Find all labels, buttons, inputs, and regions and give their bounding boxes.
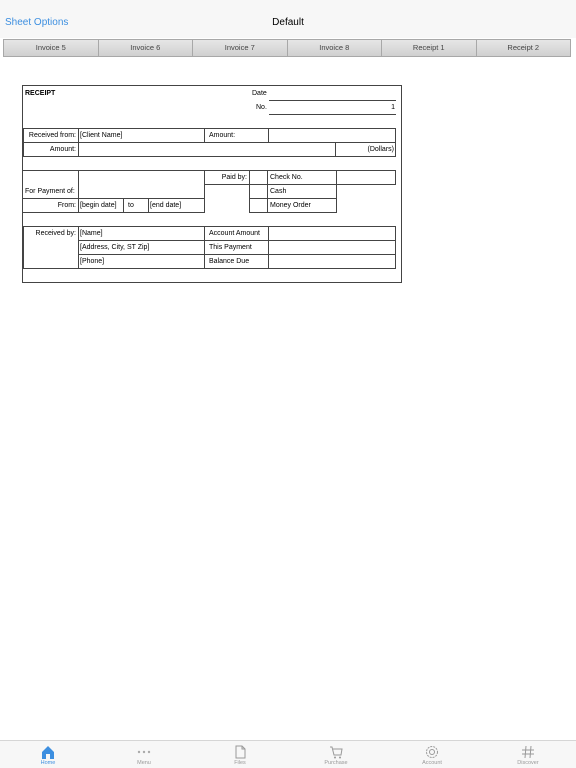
amount-label-right: Amount: — [209, 132, 236, 139]
tab-invoice-8[interactable]: Invoice 8 — [287, 40, 382, 56]
bottom-tab-bar: Home Menu Files Purchase Account Discove… — [0, 740, 576, 768]
row-divider — [249, 198, 336, 199]
col-divider — [78, 128, 79, 157]
row-divider — [23, 212, 204, 213]
col-divider — [336, 170, 337, 213]
client-name-field[interactable]: [Client Name] — [80, 131, 122, 141]
more-icon — [96, 744, 192, 760]
col-divider — [204, 226, 205, 269]
col-divider — [204, 128, 205, 142]
col-divider — [78, 226, 79, 269]
col-divider — [335, 142, 336, 156]
col-divider — [249, 170, 250, 213]
file-icon — [192, 744, 288, 760]
receipt-number[interactable]: 1 — [269, 103, 395, 113]
nav-home-label: Home — [40, 760, 56, 766]
phone-field[interactable]: [Phone] — [80, 257, 104, 267]
nav-discover[interactable]: Discover — [480, 741, 576, 768]
nav-files[interactable]: Files — [192, 741, 288, 768]
nav-menu[interactable]: Menu — [96, 741, 192, 768]
receipt-heading: RECEIPT — [25, 90, 56, 97]
received-from-label: Received from: — [28, 132, 76, 139]
col-divider — [395, 170, 396, 185]
hash-icon — [480, 744, 576, 760]
check-no-option[interactable]: Check No. — [270, 173, 303, 183]
tab-receipt-1[interactable]: Receipt 1 — [382, 40, 477, 56]
received-by-label: Received by: — [35, 230, 76, 237]
nav-home[interactable]: Home — [0, 741, 96, 768]
from-label: From: — [57, 202, 76, 209]
tab-receipt-2[interactable]: Receipt 2 — [476, 40, 570, 56]
nav-purchase-label: Purchase — [324, 760, 348, 766]
nav-menu-label: Menu — [137, 760, 151, 766]
nav-discover-label: Discover — [517, 760, 539, 766]
number-label: No. — [256, 104, 267, 111]
money-order-option[interactable]: Money Order — [270, 201, 311, 211]
nav-files-label: Files — [234, 760, 246, 766]
tab-invoice-5[interactable]: Invoice 5 — [4, 40, 99, 56]
sheet-tabs: Invoice 5 Invoice 6 Invoice 7 Invoice 8 … — [3, 39, 571, 57]
top-navigation-bar: Sheet Options Default — [0, 0, 576, 38]
address-field[interactable]: [Address, City, ST Zip] — [80, 243, 149, 253]
row-divider — [204, 184, 336, 185]
this-payment-label: This Payment — [209, 244, 252, 251]
row-divider — [23, 198, 204, 199]
col-divider — [268, 226, 269, 269]
tab-invoice-6[interactable]: Invoice 6 — [98, 40, 193, 56]
home-icon — [0, 744, 96, 760]
dollars-label: (Dollars) — [367, 146, 394, 153]
row-divider — [204, 170, 396, 171]
cart-icon — [288, 744, 384, 760]
date-label: Date — [252, 90, 267, 97]
end-date-field[interactable]: [end date] — [150, 201, 181, 211]
row-divider — [78, 240, 396, 241]
number-underline — [269, 114, 396, 115]
nav-account-label: Account — [422, 760, 442, 766]
account-amount-label: Account Amount — [209, 230, 260, 237]
row-divider — [78, 254, 396, 255]
col-divider — [23, 226, 24, 269]
name-field[interactable]: [Name] — [80, 229, 103, 239]
to-label: to — [128, 202, 134, 209]
for-payment-label: For Payment of: — [25, 188, 75, 195]
receipt-sheet[interactable]: RECEIPT Date No. 1 Received from: [Clien… — [22, 85, 402, 283]
col-divider — [78, 170, 79, 213]
col-divider — [23, 128, 24, 157]
amount-label: Amount: — [49, 146, 76, 153]
begin-date-field[interactable]: [begin date] — [80, 201, 117, 211]
tab-invoice-7[interactable]: Invoice 7 — [193, 40, 288, 56]
date-field[interactable] — [269, 100, 396, 101]
row-divider — [23, 170, 204, 171]
col-divider — [123, 198, 124, 213]
col-divider — [268, 128, 269, 142]
row-divider — [249, 212, 336, 213]
paid-by-label: Paid by: — [221, 174, 247, 181]
col-divider — [267, 170, 268, 213]
cash-option[interactable]: Cash — [270, 187, 286, 197]
balance-due-label: Balance Due — [209, 258, 250, 265]
col-divider — [148, 198, 149, 213]
col-divider — [395, 128, 396, 157]
nav-account[interactable]: Account — [384, 741, 480, 768]
document-title: Default — [272, 17, 304, 28]
gear-icon — [384, 744, 480, 760]
row-divider — [336, 184, 396, 185]
col-divider — [395, 226, 396, 269]
nav-purchase[interactable]: Purchase — [288, 741, 384, 768]
